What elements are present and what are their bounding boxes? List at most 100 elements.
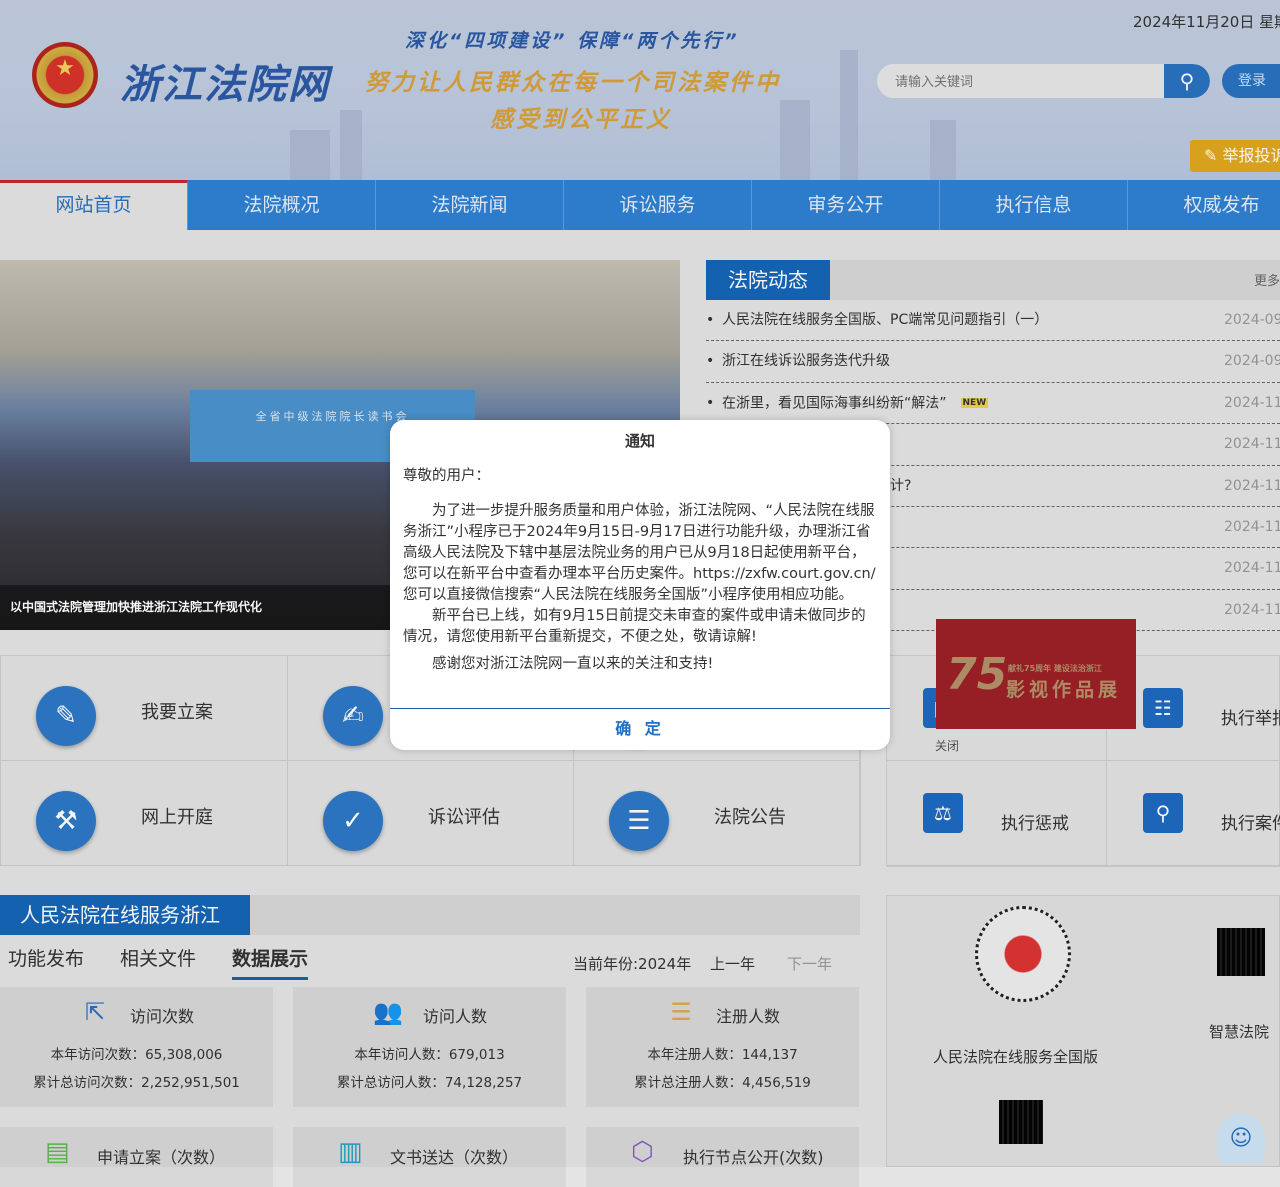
main-nav: 网站首页 法院概况 法院新闻 诉讼服务 审务公开 执行信息 权威发布 [0, 180, 1280, 230]
stat-year-value: 本年访问人数：679,013 [293, 1043, 566, 1063]
notice-dialog: 通知 尊敬的用户： 为了进一步提升服务质量和用户体验，浙江法院网、“人民法院在线… [390, 420, 890, 750]
news-title-text: 人民法院在线服务全国版、PC端常见问题指引（一） [722, 312, 1048, 328]
news-item-title[interactable]: 浙江在线诉讼服务迭代升级 [722, 341, 890, 382]
confirm-button[interactable]: 确 定 [390, 708, 890, 750]
stat-title: 申请立案（次数） [97, 1144, 225, 1168]
dialog-paragraph-1: 为了进一步提升服务质量和用户体验，浙江法院网、“人民法院在线服务浙江”小程序已于… [403, 501, 878, 606]
ad-close-button[interactable]: 关闭 [935, 737, 959, 754]
news-item-date: 2024-11 [1224, 548, 1280, 589]
service-label: 网上开庭 [141, 803, 213, 829]
news-item-date: 2024-11 [1224, 424, 1280, 465]
site-title[interactable]: 浙江法院网 [120, 52, 330, 110]
smart-court-qr-code [1217, 928, 1265, 976]
news-item-title[interactable]: 在浙里，看见国际海事纠纷新“解法” NEW [722, 383, 988, 425]
news-title: 法院动态 [706, 260, 830, 300]
service-item[interactable]: ⚒ 网上开庭 [1, 761, 288, 866]
current-date: 2024年11月20日 星期三 [1133, 11, 1280, 32]
execution-icon: ⚖ [923, 793, 963, 833]
nav-litigation-service[interactable]: 诉讼服务 [564, 180, 752, 230]
report-label: 举报投诉 [1223, 146, 1280, 165]
news-title-text: 浙江在线诉讼服务迭代升级 [722, 353, 890, 369]
national-emblem-logo: ★ [32, 42, 98, 108]
stat-icon: ▤ [45, 1137, 70, 1167]
section-header: 人民法院在线服务浙江 [0, 895, 860, 935]
stat-title: 访问人数 [423, 1003, 487, 1027]
search-box: ⚲ [877, 64, 1210, 98]
execution-label: 执行案件查询 [1221, 809, 1280, 834]
stat-icon: ☰ [666, 997, 696, 1027]
news-item-title[interactable]: 人民法院在线服务全国版、PC端常见问题指引（一） [722, 300, 1048, 341]
current-year: 当前年份:2024年 [573, 953, 691, 974]
news-item[interactable]: 人民法院在线服务全国版、PC端常见问题指引（一） 2024-09 [706, 300, 1280, 341]
news-item[interactable]: 浙江在线诉讼服务迭代升级 2024-09 [706, 341, 1280, 382]
stat-icon: ⇱ [80, 997, 110, 1027]
news-item-date: 2024-11 [1224, 590, 1280, 631]
service-item[interactable]: ☰ 法院公告 [574, 761, 861, 866]
service-icon: ✍ [323, 686, 383, 746]
execution-item[interactable]: ⚲ 执行案件查询 [1107, 761, 1280, 867]
prev-year-button[interactable]: 上一年 [710, 953, 755, 974]
service-icon: ✓ [323, 791, 383, 851]
service-icon: ✎ [36, 686, 96, 746]
dialog-paragraph-3: 感谢您对浙江法院网一直以来的关注和支持! [403, 654, 878, 675]
next-year-button[interactable]: 下一年 [787, 953, 832, 974]
service-item[interactable]: ✓ 诉讼评估 [288, 761, 574, 866]
stat-card: ▥ 文书送达（次数） [293, 1127, 566, 1187]
stat-icon: ⬡ [631, 1137, 654, 1167]
news-title-text: 在浙里，看见国际海事纠纷新“解法” [722, 395, 947, 411]
stat-card: ▤ 申请立案（次数） [0, 1127, 273, 1187]
dialog-paragraph-2: 新平台已上线，如有9月15日前提交未审查的案件或申请未做同步的情况，请您使用新平… [403, 606, 878, 648]
nav-execution-info[interactable]: 执行信息 [940, 180, 1128, 230]
service-label: 法院公告 [714, 803, 786, 829]
floating-ad-75th-anniversary[interactable]: 75 献礼75周年 建设法治浙江 影视作品展 [936, 619, 1136, 729]
service-icon: ☰ [609, 791, 669, 851]
section-title: 人民法院在线服务浙江 [0, 895, 250, 935]
pen-icon: ✎ [1204, 146, 1223, 165]
nav-court-overview[interactable]: 法院概况 [188, 180, 376, 230]
nav-authoritative-release[interactable]: 权威发布 [1128, 180, 1280, 230]
stat-card: ⬡ 执行节点公开(次数) [586, 1127, 859, 1187]
execution-icon: ☷ [1143, 688, 1183, 728]
dialog-greeting: 尊敬的用户： [403, 466, 878, 487]
new-badge: NEW [961, 398, 989, 408]
news-item-date: 2024-11 [1224, 507, 1280, 548]
execution-label: 执行举报 [1221, 704, 1280, 729]
dialog-title: 通知 [390, 430, 890, 451]
qr-label-smart-court: 智慧法院 [1209, 1021, 1269, 1042]
stat-card: 👥访问人数本年访问人数：679,013累计总访问人数：74,128,257 [293, 987, 566, 1107]
tab-feature-release[interactable]: 功能发布 [8, 944, 84, 980]
robot-assistant-icon[interactable]: ☺ [1217, 1114, 1265, 1164]
stat-card: ⇱访问次数本年访问次数：65,308,006累计总访问次数：2,252,951,… [0, 987, 273, 1107]
stat-icon: ▥ [338, 1137, 363, 1167]
tab-related-files[interactable]: 相关文件 [120, 944, 196, 980]
nav-home[interactable]: 网站首页 [0, 180, 188, 230]
execution-icon: ⚲ [1143, 793, 1183, 833]
tab-data-display[interactable]: 数据展示 [232, 944, 308, 980]
search-icon: ⚲ [1180, 69, 1195, 93]
news-item-date: 2024-11 [1224, 383, 1280, 424]
news-item-date: 2024-09 [1224, 300, 1280, 341]
login-button[interactable]: 登录 [1222, 64, 1280, 98]
stat-total-value: 累计总注册人数：4,456,519 [586, 1071, 859, 1091]
nav-court-news[interactable]: 法院新闻 [376, 180, 564, 230]
report-button[interactable]: ✎ 举报投诉 [1190, 140, 1280, 172]
service-item[interactable]: ✎我要立案 [1, 656, 288, 761]
news-item-date: 2024-09 [1224, 341, 1280, 382]
stat-icon: 👥 [373, 997, 403, 1027]
ad-number: 75 [946, 649, 1007, 700]
news-item-date: 2024-11 [1224, 466, 1280, 507]
search-button[interactable]: ⚲ [1164, 64, 1210, 98]
stat-total-value: 累计总访问次数：2,252,951,501 [0, 1071, 273, 1091]
nav-trial-public[interactable]: 审务公开 [752, 180, 940, 230]
qr-code-panel: 人民法院在线服务全国版 智慧法院 ☺ [886, 895, 1280, 1167]
search-input[interactable] [877, 64, 1162, 98]
stat-title: 文书送达（次数） [390, 1144, 518, 1168]
execution-item[interactable]: ⚖执行惩戒 [887, 761, 1107, 867]
stat-year-value: 本年访问次数：65,308,006 [0, 1043, 273, 1063]
stat-title: 执行节点公开(次数) [683, 1144, 824, 1168]
news-item[interactable]: 在浙里，看见国际海事纠纷新“解法” NEW 2024-11 [706, 383, 1280, 424]
news-more-link[interactable]: 更多 [1254, 270, 1280, 289]
ad-subtitle: 献礼75周年 建设法治浙江 [1008, 663, 1102, 674]
service-icon: ⚒ [36, 791, 96, 851]
service-label: 诉讼评估 [428, 803, 500, 829]
